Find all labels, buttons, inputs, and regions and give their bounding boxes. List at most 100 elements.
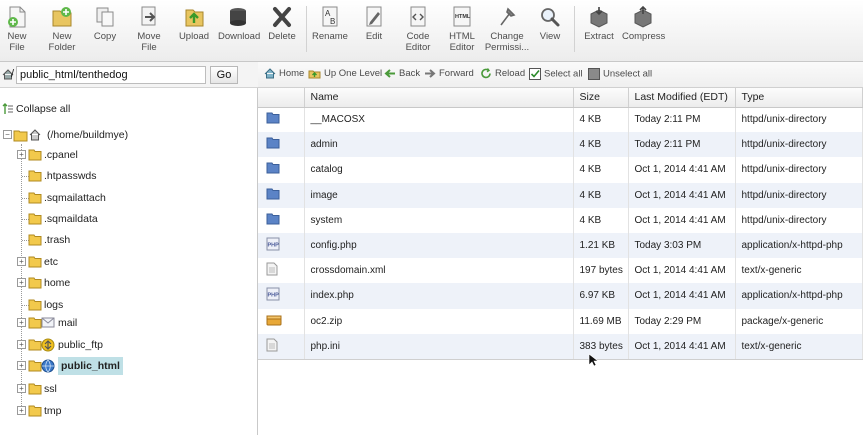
generic-file-icon (266, 262, 278, 276)
file-modified-cell: Oct 1, 2014 4:41 AM (628, 258, 736, 284)
zip-file-icon (266, 315, 282, 326)
compress-icon (634, 5, 652, 28)
reload-link[interactable]: Reload (480, 68, 525, 82)
table-row[interactable]: crossdomain.xml 197 bytes Oct 1, 2014 4:41… (258, 258, 863, 284)
file-name-cell: image (304, 182, 574, 208)
up-one-level-label: Up One Level (324, 68, 383, 80)
new-folder-button[interactable]: New Folder (46, 2, 78, 60)
rename-label: Rename (312, 31, 348, 42)
checkbox-empty-icon (588, 68, 600, 80)
path-input[interactable] (16, 66, 206, 84)
svg-text:HTML: HTML (455, 14, 471, 20)
file-name-cell: index.php (304, 283, 574, 309)
tree-item-label: public_ftp (58, 339, 103, 351)
code-editor-icon (410, 6, 426, 27)
table-row[interactable]: PHP config.php 1.21 KB Today 3:03 PM applica… (258, 232, 863, 259)
tree-expander[interactable]: + (17, 406, 26, 415)
forward-label: Forward (439, 68, 474, 80)
compress-button[interactable]: Compress (622, 2, 666, 60)
file-type-cell: httpd/unix-directory (735, 157, 863, 183)
html-editor-icon: HTML (453, 6, 471, 27)
modified-column-header[interactable]: Last Modified (EDT) (628, 88, 736, 108)
copy-label: Copy (93, 31, 117, 42)
type-column-header[interactable]: Type (735, 88, 863, 108)
forward-link[interactable]: Forward (424, 68, 474, 82)
new-file-button[interactable]: New File (0, 2, 34, 60)
copy-button[interactable]: Copy (92, 2, 118, 60)
go-button[interactable]: Go (210, 66, 238, 84)
copy-icon (96, 7, 114, 27)
root-expander[interactable]: − (3, 130, 12, 139)
code-editor-label-1: Code (406, 31, 430, 42)
delete-button[interactable]: Delete (266, 2, 298, 60)
file-size-cell: 197 bytes (573, 258, 629, 284)
tree-item-label: mail (58, 317, 78, 329)
size-column-header[interactable]: Size (573, 88, 629, 108)
file-type-cell: httpd/unix-directory (735, 107, 863, 133)
name-column-header[interactable]: Name (304, 88, 574, 108)
view-icon (541, 8, 560, 27)
move-file-button[interactable]: Move File (130, 2, 168, 60)
file-rows: __MACOSX 4 KB Today 2:11 PM httpd/unix-dire… (258, 107, 863, 359)
file-icon-cell (258, 182, 305, 208)
back-link[interactable]: Back (384, 68, 420, 82)
path-prefix: / (11, 68, 15, 80)
extract-button[interactable]: Extract (582, 2, 616, 60)
folder-icon (28, 317, 42, 329)
tree-expander[interactable]: + (17, 340, 26, 349)
generic-file-icon (266, 338, 278, 352)
rename-icon: AB (322, 6, 338, 27)
file-size-cell: 11.69 MB (573, 308, 629, 334)
collapse-all-label: Collapse all (16, 103, 71, 115)
file-size-cell: 6.97 KB (573, 283, 629, 309)
code-editor-button[interactable]: Code Editor (400, 2, 436, 60)
folder-icon (28, 360, 42, 372)
up-one-level-link[interactable]: Up One Level (308, 68, 382, 82)
table-row[interactable]: catalog 4 KB Oct 1, 2014 4:41 AM httpd/unix… (258, 157, 863, 183)
compress-label: Compress (622, 31, 666, 42)
table-row[interactable]: system 4 KB Oct 1, 2014 4:41 AM httpd/unix-… (258, 207, 863, 233)
file-name-cell: system (304, 207, 574, 233)
table-row[interactable]: __MACOSX 4 KB Today 2:11 PM httpd/unix-dire… (258, 107, 863, 133)
file-icon-cell (258, 258, 305, 284)
folder-icon (28, 234, 42, 246)
back-label: Back (399, 68, 421, 80)
globe-icon (41, 359, 55, 373)
select-all-link[interactable]: Select all (529, 68, 583, 82)
table-row[interactable]: admin 4 KB Today 2:11 PM httpd/unix-directo… (258, 132, 863, 158)
edit-button[interactable]: Edit (360, 2, 388, 60)
file-modified-cell: Oct 1, 2014 4:41 AM (628, 283, 736, 309)
file-name-cell: crossdomain.xml (304, 258, 574, 284)
delete-icon (273, 7, 291, 27)
file-name-cell: admin (304, 132, 574, 158)
extract-icon (590, 7, 608, 28)
change-permissions-button[interactable]: Change Permissi... (484, 2, 530, 60)
file-size-cell: 4 KB (573, 132, 629, 158)
toolbar: New File New Folder Copy Move File Uploa… (0, 0, 863, 62)
file-name-cell: php.ini (304, 333, 574, 359)
tree-expander[interactable]: + (17, 384, 26, 393)
view-button[interactable]: View (536, 2, 564, 60)
table-row[interactable]: image 4 KB Oct 1, 2014 4:41 AM httpd/unix-d… (258, 182, 863, 208)
html-editor-button[interactable]: HTML HTML Editor (444, 2, 480, 60)
unselect-all-label: Unselect all (603, 68, 653, 80)
tree-expander[interactable]: + (17, 257, 26, 266)
tree-expander[interactable]: + (17, 318, 26, 327)
table-row[interactable]: PHP index.php 6.97 KB Oct 1, 2014 4:41 AM ap… (258, 283, 863, 309)
file-icon-cell: PHP (258, 232, 305, 259)
download-button[interactable]: Download (218, 2, 260, 60)
table-row[interactable]: php.ini 383 bytes Oct 1, 2014 4:41 AM text/… (258, 333, 863, 359)
tree-item-label: .cpanel (44, 149, 78, 161)
home-icon (264, 68, 276, 79)
checkbox-checked-icon (529, 68, 541, 80)
tree-expander[interactable]: + (17, 150, 26, 159)
rename-button[interactable]: AB Rename (312, 2, 348, 60)
unselect-all-link[interactable]: Unselect all (588, 68, 652, 82)
tree-expander[interactable]: + (17, 361, 26, 370)
upload-button[interactable]: Upload (178, 2, 210, 60)
code-editor-label-2: Editor (405, 42, 431, 53)
home-link[interactable]: Home (264, 68, 304, 82)
table-row[interactable]: oc2.zip 11.69 MB Today 2:29 PM package/x-ge… (258, 308, 863, 334)
tree-expander[interactable]: + (17, 278, 26, 287)
tree-item-label: public_html (58, 357, 123, 375)
